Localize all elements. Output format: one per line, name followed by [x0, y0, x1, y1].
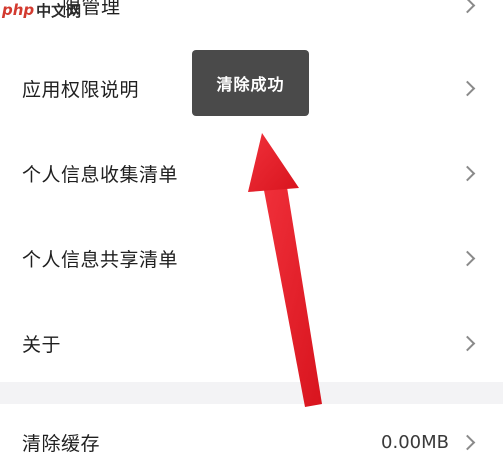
toast-message: 清除成功	[192, 50, 309, 116]
settings-row-label: 应用权限说明	[22, 78, 140, 101]
watermark-php-text: php	[2, 1, 35, 19]
settings-row-about[interactable]: 关于	[0, 313, 503, 373]
chevron-right-icon	[459, 80, 476, 96]
settings-row-personal-info-collection[interactable]: 个人信息收集清单	[0, 143, 503, 203]
settings-row-label: 个人信息共享清单	[22, 248, 179, 271]
chevron-right-icon	[459, 165, 476, 181]
settings-row-label: 清除缓存	[22, 432, 101, 455]
settings-row-clear-cache[interactable]: 清除缓存 0.00MB	[0, 412, 503, 472]
chevron-right-icon	[459, 434, 476, 450]
cache-size-value: 0.00MB	[381, 431, 449, 453]
watermark-cn-text: 中文网	[36, 1, 82, 20]
settings-row-label: 关于	[22, 333, 62, 356]
settings-row-personal-info-sharing[interactable]: 个人信息共享清单	[0, 228, 503, 288]
php-cn-watermark-logo: php 中文网	[2, 0, 81, 20]
section-divider	[0, 382, 503, 404]
chevron-right-icon	[459, 250, 476, 266]
toast-text: 清除成功	[216, 75, 285, 94]
chevron-right-icon	[459, 0, 476, 13]
settings-row-label: 个人信息收集清单	[22, 163, 179, 186]
chevron-right-icon	[459, 335, 476, 351]
